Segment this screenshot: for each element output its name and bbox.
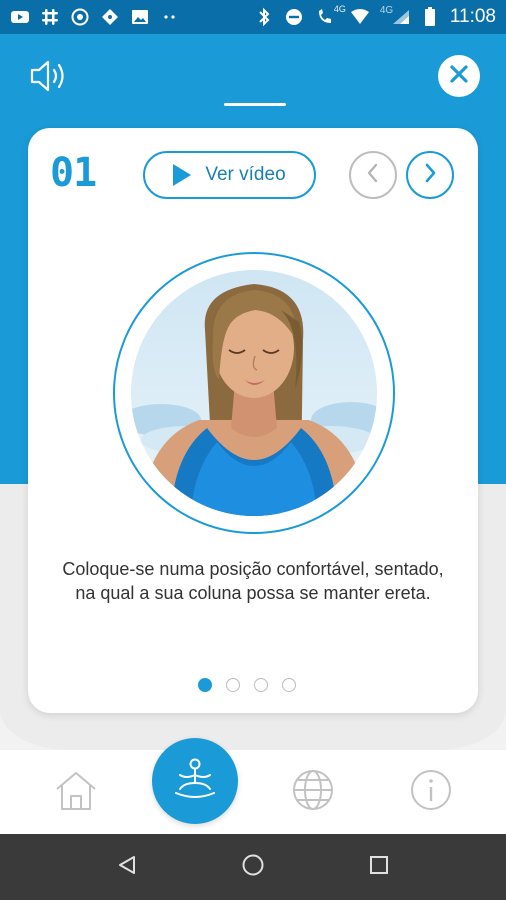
gallery-icon xyxy=(130,7,150,27)
info-icon xyxy=(409,768,453,817)
system-home-button[interactable] xyxy=(238,852,268,882)
network-label: 4G xyxy=(333,4,346,14)
whatsapp-icon xyxy=(70,7,90,27)
pagination-dot-1[interactable] xyxy=(198,678,212,692)
chevron-left-icon xyxy=(365,162,381,189)
close-button[interactable] xyxy=(438,55,480,97)
ticket-icon xyxy=(100,7,120,27)
recents-square-icon xyxy=(368,854,390,881)
back-triangle-icon xyxy=(116,854,138,881)
home-icon xyxy=(53,769,99,816)
illustration-frame xyxy=(113,252,395,534)
home-circle-icon xyxy=(241,853,265,882)
previous-step-button[interactable] xyxy=(349,151,397,199)
system-recents-button[interactable] xyxy=(364,852,394,882)
pagination-dots xyxy=(198,678,296,692)
drag-handle[interactable] xyxy=(224,103,286,106)
watch-video-label: Ver vídeo xyxy=(205,164,286,185)
more-dots-icon xyxy=(160,7,180,27)
clock: 11:08 xyxy=(449,6,496,27)
sound-toggle-button[interactable] xyxy=(26,56,70,96)
network-label-2: 4G xyxy=(379,5,394,16)
close-icon xyxy=(448,63,470,90)
slack-icon xyxy=(40,7,60,27)
pagination-dot-3[interactable] xyxy=(254,678,268,692)
battery-icon xyxy=(420,7,440,27)
status-bar: 4G 4G 11:08 xyxy=(0,0,506,34)
do-not-disturb-icon xyxy=(284,7,304,27)
nav-home-button[interactable] xyxy=(52,768,100,816)
nav-meditation-button[interactable] xyxy=(152,738,238,824)
system-back-button[interactable] xyxy=(112,852,142,882)
chevron-right-icon xyxy=(422,162,438,189)
nav-globe-button[interactable] xyxy=(289,768,337,816)
woman-meditating-illustration xyxy=(131,270,377,516)
step-number: 01 xyxy=(50,150,97,196)
speaker-icon xyxy=(26,60,70,100)
globe-icon xyxy=(291,768,335,817)
nav-info-button[interactable] xyxy=(407,768,455,816)
cell-signal-icon: 4G xyxy=(379,5,410,27)
play-icon xyxy=(173,164,192,186)
next-step-button[interactable] xyxy=(406,151,454,199)
watch-video-button[interactable]: Ver vídeo xyxy=(143,151,316,199)
youtube-icon xyxy=(10,7,30,27)
bluetooth-icon xyxy=(254,7,274,27)
pagination-dot-2[interactable] xyxy=(226,678,240,692)
meditation-icon xyxy=(172,757,218,806)
instruction-text: Coloque-se numa posição confortável, sen… xyxy=(62,559,444,603)
wifi-icon xyxy=(350,7,370,27)
pagination-dot-4[interactable] xyxy=(282,678,296,692)
phone-signal-icon: 4G xyxy=(314,4,346,27)
